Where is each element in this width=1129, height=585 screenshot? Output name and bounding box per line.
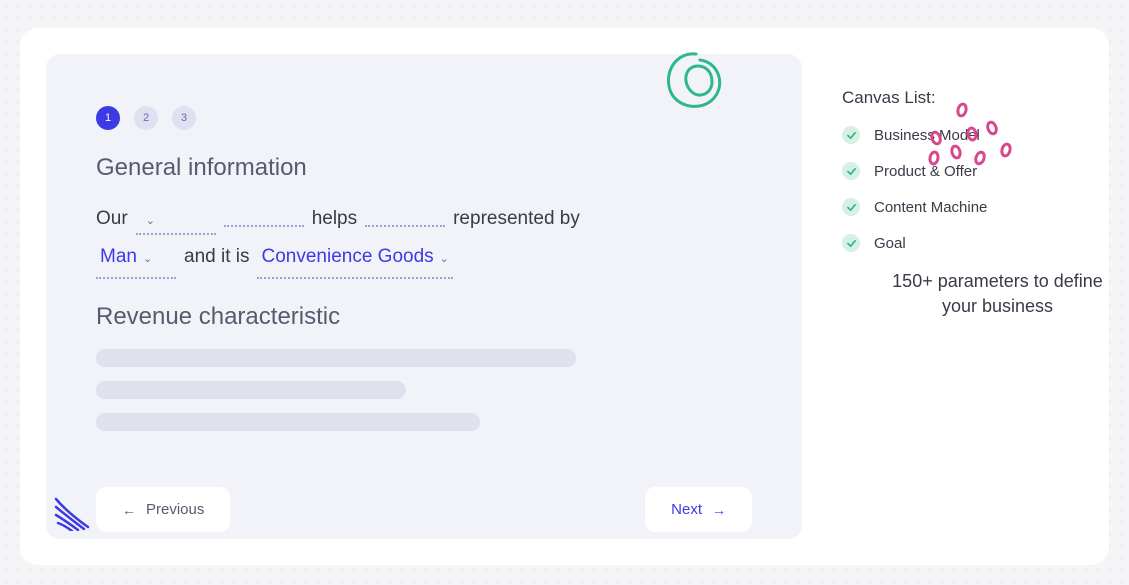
- confetti-decoration: [924, 100, 1024, 170]
- canvas-item-goal[interactable]: Goal: [842, 234, 1073, 252]
- field-4-dropdown[interactable]: Man ⌄: [96, 238, 176, 279]
- sentence-builder: Our ⌄ helps represented by Man ⌄: [96, 200, 752, 279]
- tagline-text: 150+ parameters to define your business: [882, 269, 1113, 319]
- word-and-it-is: and it is: [184, 238, 249, 276]
- word-helps: helps: [312, 200, 357, 238]
- left-panel: 1 2 3 General information Our ⌄ helps re…: [46, 54, 802, 539]
- chevron-down-icon: ⌄: [440, 248, 449, 270]
- chevron-down-icon: ⌄: [143, 248, 152, 270]
- field-2-dropdown[interactable]: [224, 224, 304, 227]
- section-title-revenue: Revenue characteristic: [96, 303, 752, 331]
- step-1[interactable]: 1: [96, 106, 120, 130]
- lines-decoration: [54, 495, 100, 531]
- previous-button[interactable]: ← Previous: [96, 487, 230, 532]
- step-indicator: 1 2 3: [96, 106, 752, 130]
- check-icon: [842, 198, 860, 216]
- field-5-dropdown[interactable]: Convenience Goods ⌄: [257, 238, 452, 279]
- canvas-item-label: Goal: [874, 235, 906, 252]
- placeholder-skeleton: [96, 349, 752, 431]
- chevron-down-icon: ⌄: [146, 210, 155, 232]
- step-3[interactable]: 3: [172, 106, 196, 130]
- check-icon: [842, 126, 860, 144]
- check-icon: [842, 234, 860, 252]
- field-1-dropdown[interactable]: ⌄: [136, 210, 216, 235]
- main-card: 1 2 3 General information Our ⌄ helps re…: [20, 28, 1109, 565]
- next-label: Next: [671, 501, 702, 518]
- canvas-item-label: Content Machine: [874, 199, 987, 216]
- nav-buttons-row: ← Previous Next →: [96, 487, 752, 532]
- arrow-right-icon: →: [712, 502, 726, 518]
- word-represented-by: represented by: [453, 200, 580, 238]
- next-button[interactable]: Next →: [645, 487, 752, 532]
- check-icon: [842, 162, 860, 180]
- previous-label: Previous: [146, 501, 204, 518]
- skeleton-line: [96, 381, 406, 399]
- word-our: Our: [96, 200, 128, 238]
- skeleton-line: [96, 349, 576, 367]
- canvas-item-content-machine[interactable]: Content Machine: [842, 198, 1073, 216]
- step-2[interactable]: 2: [134, 106, 158, 130]
- right-panel: Canvas List: Business Model Product & Of…: [802, 28, 1109, 565]
- scribble-decoration: [656, 44, 736, 124]
- skeleton-line: [96, 413, 480, 431]
- section-title-general: General information: [96, 154, 752, 182]
- arrow-left-icon: ←: [122, 502, 136, 518]
- field-3-dropdown[interactable]: [365, 224, 445, 227]
